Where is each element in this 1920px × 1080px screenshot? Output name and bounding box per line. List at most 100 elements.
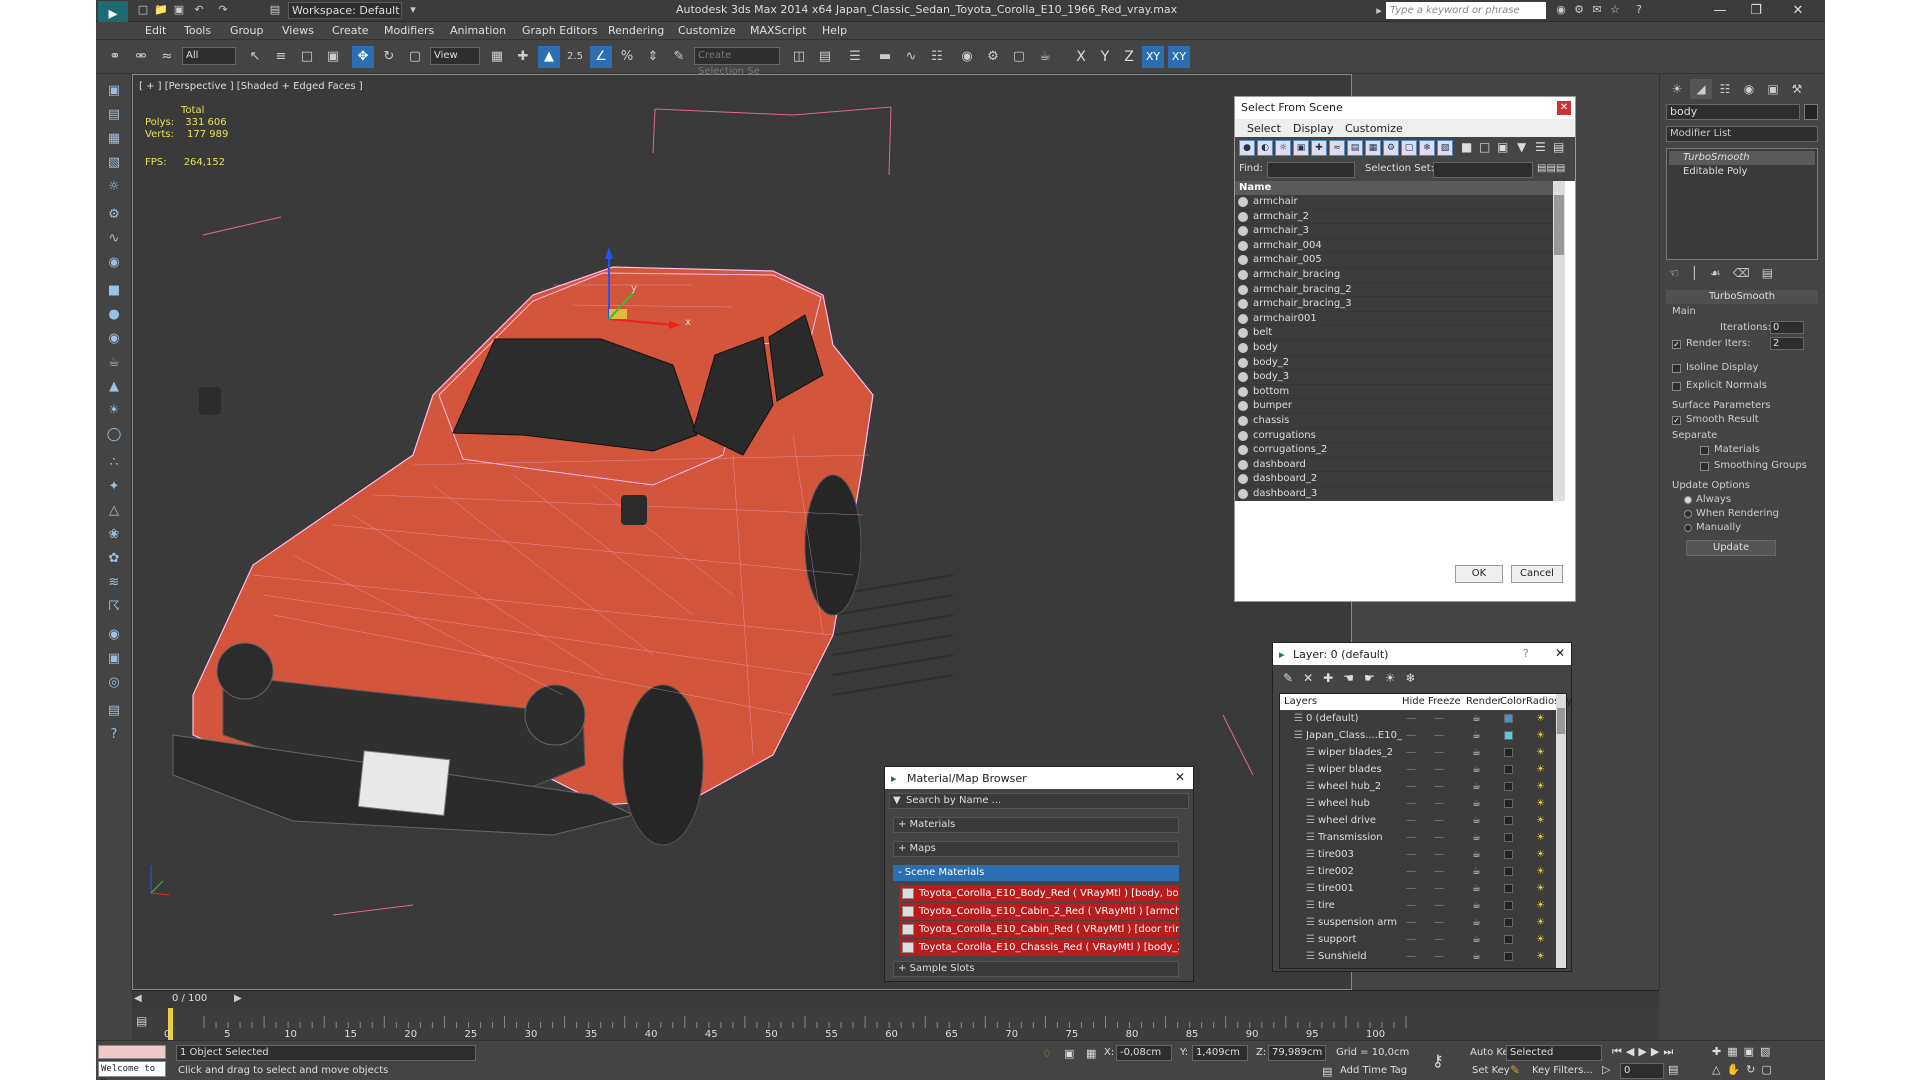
radiosity-icon[interactable]: ☀	[1536, 778, 1545, 795]
go-to-start-icon[interactable]: ⏮	[1612, 1045, 1626, 1058]
selection-filter-dropdown[interactable]: All	[182, 47, 236, 65]
render-production-icon[interactable]: ☕	[1034, 46, 1056, 68]
schematic-view-icon[interactable]: ☷	[926, 46, 948, 68]
filter-spacewarps-icon[interactable]: ≈	[1329, 140, 1345, 156]
highlight-layer-icon[interactable]: ☛	[1364, 671, 1385, 685]
render-setup-icon[interactable]: ⚙	[982, 46, 1004, 68]
filter-containers-icon[interactable]: ▢	[1401, 140, 1417, 156]
add-time-tag[interactable]: Add Time Tag	[1340, 1065, 1407, 1076]
render-teapot-icon[interactable]: ☕	[1472, 727, 1481, 744]
current-frame-field[interactable]: 0	[1620, 1063, 1664, 1079]
scene-material-item[interactable]: Toyota_Corolla_E10_Chassis_Red ( VRayMtl…	[899, 939, 1179, 956]
delete-layer-icon[interactable]: ✕	[1303, 671, 1323, 685]
selection-lock-icon[interactable]: ▣	[1064, 1047, 1074, 1060]
redo-icon[interactable]: ↷	[216, 3, 230, 17]
sfs-ok-button[interactable]: OK	[1455, 565, 1503, 583]
time-slider[interactable]: ◀ 0 / 100 ▶	[132, 990, 1659, 1008]
render-teapot-icon[interactable]: ☕	[1472, 778, 1481, 795]
hierarchy-tab-icon[interactable]: ☷	[1714, 79, 1736, 99]
scene-object-row[interactable]: armchair001	[1235, 312, 1553, 327]
render-iters-spinner[interactable]: 2	[1770, 337, 1804, 350]
sfs-cancel-button[interactable]: Cancel	[1511, 565, 1563, 583]
select-by-name-icon[interactable]: ≡	[270, 46, 292, 68]
stack-item-turbosmooth[interactable]: TurboSmooth	[1669, 151, 1815, 165]
layer-row[interactable]: ☰Japan_Class....E10_196 — — ☕ ☀	[1280, 727, 1552, 744]
maximize-button[interactable]: ❐	[1740, 1, 1772, 21]
subscription-icon[interactable]: ⚙	[1572, 3, 1586, 17]
update-manually-radio[interactable]	[1684, 524, 1692, 532]
mirror-icon[interactable]: ◫	[788, 46, 810, 68]
freeze-toggle[interactable]: —	[1434, 795, 1444, 812]
funnel-filter-icon[interactable]: ▼	[1517, 140, 1531, 156]
pan-icon[interactable]: ✋	[1726, 1063, 1746, 1076]
play-icon[interactable]: ▶	[1638, 1045, 1650, 1058]
window-crossing-icon[interactable]: ▣	[322, 46, 344, 68]
radiosity-icon[interactable]: ☀	[1536, 948, 1545, 965]
menu-create[interactable]: Create	[332, 24, 369, 37]
hide-toggle[interactable]: —	[1406, 897, 1416, 914]
layer-color-swatch[interactable]	[1504, 952, 1513, 961]
layer-color-swatch[interactable]	[1504, 782, 1513, 791]
close-window-button[interactable]: ✕	[1782, 1, 1814, 21]
orbit-icon[interactable]: ↻	[1746, 1063, 1761, 1076]
scene-object-row[interactable]: body_3	[1235, 370, 1553, 385]
torus-icon[interactable]: ◯	[103, 424, 125, 446]
col-render[interactable]: Render	[1466, 696, 1502, 707]
curve-editor-icon[interactable]: ∿	[900, 46, 922, 68]
freeze-toggle[interactable]: —	[1434, 829, 1444, 846]
menu-modifiers[interactable]: Modifiers	[384, 24, 434, 37]
freeze-toggle[interactable]: —	[1434, 948, 1444, 965]
render-teapot-icon[interactable]: ☕	[1472, 897, 1481, 914]
scene-object-row[interactable]: bumper	[1235, 399, 1553, 414]
scene-object-row[interactable]: dashboard_2	[1235, 472, 1553, 487]
minimize-button[interactable]: —	[1704, 1, 1736, 21]
render-sphere-icon[interactable]: ◉	[103, 624, 125, 646]
sfs-menu-customize[interactable]: Customize	[1345, 122, 1403, 135]
viewport-layout-icon[interactable]: ▣	[103, 80, 125, 102]
next-frame-icon[interactable]: ▶	[1651, 1045, 1663, 1058]
named-selection-sets-dropdown[interactable]: Create Selection Se	[694, 47, 780, 77]
layer-row[interactable]: ☰ Sunshield — — ☕ ☀	[1280, 948, 1552, 965]
modifier-list-dropdown[interactable]: Modifier List	[1666, 126, 1818, 142]
select-all-icon[interactable]: ■	[1461, 140, 1475, 156]
sfs-scrollbar[interactable]	[1553, 181, 1565, 501]
col-color[interactable]: Color	[1500, 696, 1526, 707]
render-teapot-icon[interactable]: ☕	[1472, 744, 1481, 761]
hide-toggle[interactable]: —	[1406, 931, 1416, 948]
filter-frozen-icon[interactable]: ❄	[1419, 140, 1435, 156]
hide-all-icon[interactable]: ☀	[1385, 671, 1406, 685]
workspace-dropdown-arrow-icon[interactable]: ▾	[406, 3, 420, 17]
scene-object-row[interactable]: armchair	[1235, 195, 1553, 210]
scene-object-row[interactable]: armchair_bracing_3	[1235, 297, 1553, 312]
layer-color-swatch[interactable]	[1504, 867, 1513, 876]
layer-color-swatch[interactable]	[1504, 935, 1513, 944]
hide-toggle[interactable]: —	[1406, 778, 1416, 795]
maxscript-listener-top[interactable]	[98, 1045, 166, 1059]
scene-object-row[interactable]: armchair_004	[1235, 239, 1553, 254]
teapot-icon[interactable]: ☕	[103, 352, 125, 374]
configure-sets-icon[interactable]: ▤	[1762, 266, 1785, 280]
axis-y-button[interactable]: Y	[1094, 46, 1116, 68]
x-coord-field[interactable]: -0,08cm	[1116, 1045, 1172, 1061]
layer-row[interactable]: ☰ tire — — ☕ ☀	[1280, 897, 1552, 914]
layer-row[interactable]: ☰ tire003 — — ☕ ☀	[1280, 846, 1552, 863]
select-rotate-icon[interactable]: ↻	[378, 46, 400, 68]
globe-icon[interactable]: ◎	[103, 672, 125, 694]
layer-row[interactable]: ☰ suspension arm — — ☕ ☀	[1280, 914, 1552, 931]
show-end-result-icon[interactable]: │	[1691, 266, 1710, 280]
scene-object-row[interactable]: armchair_2	[1235, 210, 1553, 225]
sfs-name-column-header[interactable]: Name	[1235, 181, 1553, 195]
render-teapot-icon[interactable]: ☕	[1472, 829, 1481, 846]
new-file-icon[interactable]: □	[136, 3, 150, 17]
scene-object-row[interactable]: body	[1235, 341, 1553, 356]
scene-object-row[interactable]: armchair_3	[1235, 224, 1553, 239]
scene-object-row[interactable]: bottom	[1235, 385, 1553, 400]
radiosity-icon[interactable]: ☀	[1536, 727, 1545, 744]
scene-material-item[interactable]: Toyota_Corolla_E10_Body_Red ( VRayMtl ) …	[899, 885, 1179, 902]
update-when-rendering-radio[interactable]	[1684, 510, 1692, 518]
add-to-layer-icon[interactable]: ✚	[1323, 671, 1343, 685]
smoothing-groups-checkbox[interactable]	[1700, 462, 1709, 471]
render-teapot-icon[interactable]: ☕	[1472, 931, 1481, 948]
layer-row[interactable]: ☰ wiper blades — — ☕ ☀	[1280, 761, 1552, 778]
render-teapot-icon[interactable]: ☕	[1472, 863, 1481, 880]
